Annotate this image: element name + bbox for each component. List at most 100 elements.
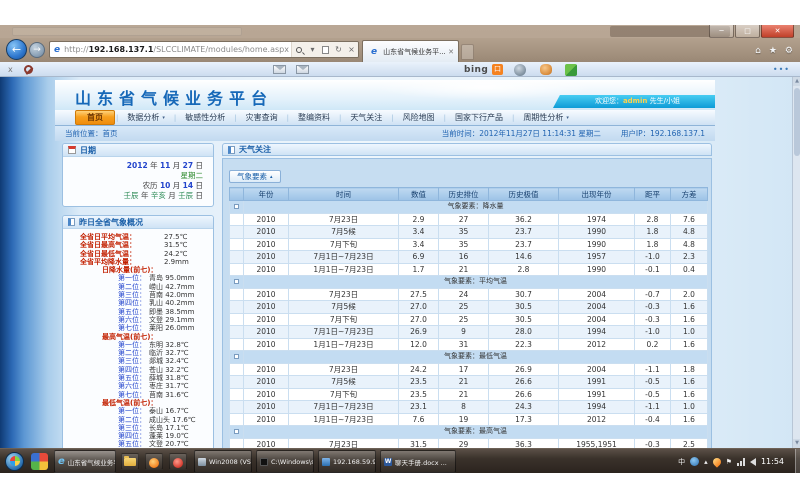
table-cell: 1994 [559, 326, 635, 339]
section-title: 气象要素：最低气温 [244, 351, 708, 364]
blocker-icon[interactable] [24, 62, 33, 77]
home-icon[interactable]: ⌂ [755, 46, 761, 56]
pet-addon-icon[interactable] [540, 62, 552, 77]
maximize-button[interactable]: □ [735, 25, 760, 38]
stop-icon[interactable]: × [345, 42, 358, 57]
table-row[interactable]: 20101月1日~7月23日7.61917.32012-0.41.6 [230, 413, 708, 426]
current-time-label: 当前时间：2012年11月27日 11:14:31 星期二 [442, 128, 601, 139]
nav-item-7[interactable]: 风险地图 [395, 111, 443, 124]
table-cell: 1.6 [671, 413, 708, 426]
action-center-flag-icon[interactable]: ⚑ [726, 458, 732, 466]
weather-rank-label: 第一位： [118, 341, 149, 349]
minimize-button[interactable]: ─ [709, 25, 734, 38]
camera-addon-icon[interactable] [514, 62, 526, 77]
table-row[interactable]: 20107月5候3.43523.719901.84.8 [230, 226, 708, 239]
section-title: 气象要素：降水量 [244, 201, 708, 214]
section-checkbox[interactable] [234, 279, 239, 284]
table-row[interactable]: 20107月23日27.52430.72004-0.72.0 [230, 288, 708, 301]
tab-close-icon[interactable]: ✕ [448, 48, 454, 56]
volume-icon[interactable] [750, 458, 756, 466]
section-checkbox[interactable] [234, 204, 239, 209]
taskbar-task-button-1[interactable]: Win2008 (VS2... [194, 450, 252, 473]
taskbar-app-red-button[interactable] [169, 453, 187, 470]
tray-app-icon[interactable] [690, 457, 699, 466]
nav-item-1[interactable]: 首页 [75, 110, 115, 125]
scroll-up-icon[interactable]: ▲ [793, 77, 800, 86]
scrollbar-thumb[interactable] [794, 88, 800, 156]
taskbar-ie-button[interactable]: e 山东省气候业务平... [54, 450, 116, 473]
table-row[interactable]: 20107月下旬23.52126.61991-0.51.6 [230, 388, 708, 401]
nav-item-5[interactable]: 整编资料 [290, 111, 338, 124]
start-button[interactable] [5, 452, 24, 471]
search-promo-icon[interactable]: 口 [492, 62, 503, 77]
nav-item-3[interactable]: 敏感性分析 [177, 111, 233, 124]
language-indicator[interactable]: 中 [678, 457, 685, 467]
taskbar-app-orange-button[interactable] [145, 453, 163, 470]
table-row[interactable]: 20107月23日24.21726.92004-1.11.8 [230, 363, 708, 376]
taskbar-explorer-button[interactable] [121, 453, 139, 470]
browser-toolbar-icons: ⌂ ★ ⚙ [755, 46, 793, 56]
table-row[interactable]: 20107月1日~7月23日26.9928.01994-1.01.0 [230, 326, 708, 339]
table-cell: 2.3 [671, 251, 708, 264]
show-desktop-button[interactable] [795, 449, 800, 473]
address-bar[interactable]: e http:// 192.168.137.1 /SLCCLIMATE/modu… [49, 41, 359, 58]
status-bar: 当前位置：首页 当前时间：2012年11月27日 11:14:31 星期二 用户… [55, 126, 715, 141]
tray-expand-icon[interactable]: ▴ [704, 458, 708, 466]
media-app-icon[interactable] [31, 453, 48, 470]
nav-item-9[interactable]: 周期性分析▾ [515, 111, 577, 124]
tools-gear-icon[interactable]: ⚙ [785, 46, 793, 56]
welcome-prefix: 欢迎您： [595, 97, 623, 105]
weather-rank-value: 莱阳 26.0mm [149, 324, 194, 332]
table-row[interactable]: 20101月1日~7月23日12.03122.320120.21.6 [230, 338, 708, 351]
taskbar-task-button-2[interactable]: C:\Windows\sy... [256, 450, 314, 473]
section-checkbox[interactable] [234, 354, 239, 359]
table-cell: 2010 [244, 338, 289, 351]
autocomplete-dropdown-icon[interactable]: ▾ [306, 42, 319, 57]
toolbar-close-icon[interactable]: x [8, 62, 13, 77]
table-cell: 1月1日~7月23日 [289, 338, 399, 351]
nav-item-4[interactable]: 灾害查询 [238, 111, 286, 124]
tray-update-icon[interactable] [711, 456, 722, 467]
table-cell: 7.6 [399, 413, 439, 426]
table-row[interactable]: 20107月下旬3.43523.719901.84.8 [230, 238, 708, 251]
refresh-icon[interactable]: ↻ [332, 42, 345, 57]
nav-item-8[interactable]: 国家下行产品 [447, 111, 511, 124]
nav-item-2[interactable]: 数据分析▾ [119, 111, 173, 124]
taskbar-clock[interactable]: 11:54 [761, 457, 784, 466]
table-cell: 1.8 [671, 363, 708, 376]
weather-rank-label: 第二位： [118, 416, 149, 424]
table-cell: 1990 [559, 238, 635, 251]
taskbar-word-button[interactable]: W 聊天手册.docx ... [380, 450, 456, 473]
task-button-label: C:\Windows\sy... [271, 458, 314, 466]
table-row[interactable]: 20107月下旬27.02530.52004-0.31.6 [230, 313, 708, 326]
new-tab-button[interactable] [461, 44, 474, 60]
table-row[interactable]: 20107月1日~7月23日6.91614.61957-1.02.3 [230, 251, 708, 264]
back-button[interactable]: ← [6, 39, 27, 60]
weather-rank-row: 第七位：莒南 31.6℃ [66, 391, 210, 399]
table-row[interactable]: 20107月1日~7月23日23.1824.31994-1.11.0 [230, 401, 708, 414]
close-button[interactable]: ✕ [761, 25, 794, 38]
table-row[interactable]: 20107月5候23.52126.61991-0.51.6 [230, 376, 708, 389]
vertical-scrollbar[interactable]: ▲ ▼ [792, 77, 800, 448]
table-row[interactable]: 20107月23日2.92736.219742.87.6 [230, 213, 708, 226]
message-icon[interactable] [296, 62, 309, 77]
toolbar-overflow-icon[interactable]: ••• [773, 62, 790, 77]
taskbar-task-button-3[interactable]: 192.168.59.99... [318, 450, 376, 473]
browser-tab[interactable]: e 山东省气候业务平... ✕ [362, 40, 459, 62]
scroll-down-icon[interactable]: ▼ [793, 439, 800, 448]
table-row[interactable]: 20107月23日31.52936.31955,1951-0.32.5 [230, 438, 708, 448]
table-row[interactable]: 20101月1日~7月23日1.7212.81990-0.10.4 [230, 263, 708, 276]
compatibility-view-icon[interactable] [322, 46, 329, 54]
forward-button[interactable]: → [29, 42, 45, 58]
weather-rank-value: 泰山 16.7℃ [149, 407, 189, 415]
favorites-icon[interactable]: ★ [769, 46, 777, 56]
mail-icon[interactable] [273, 62, 286, 77]
search-icon[interactable] [296, 47, 302, 53]
network-icon[interactable] [737, 458, 745, 466]
element-filter-button[interactable]: 气象要素 ▴ [229, 170, 281, 183]
plugin-addon-icon[interactable] [565, 62, 577, 77]
table-row[interactable]: 20107月5候27.02530.52004-0.31.6 [230, 301, 708, 314]
nav-item-6[interactable]: 天气关注 [342, 111, 390, 124]
bing-logo[interactable]: bing [464, 62, 488, 77]
section-checkbox[interactable] [234, 429, 239, 434]
